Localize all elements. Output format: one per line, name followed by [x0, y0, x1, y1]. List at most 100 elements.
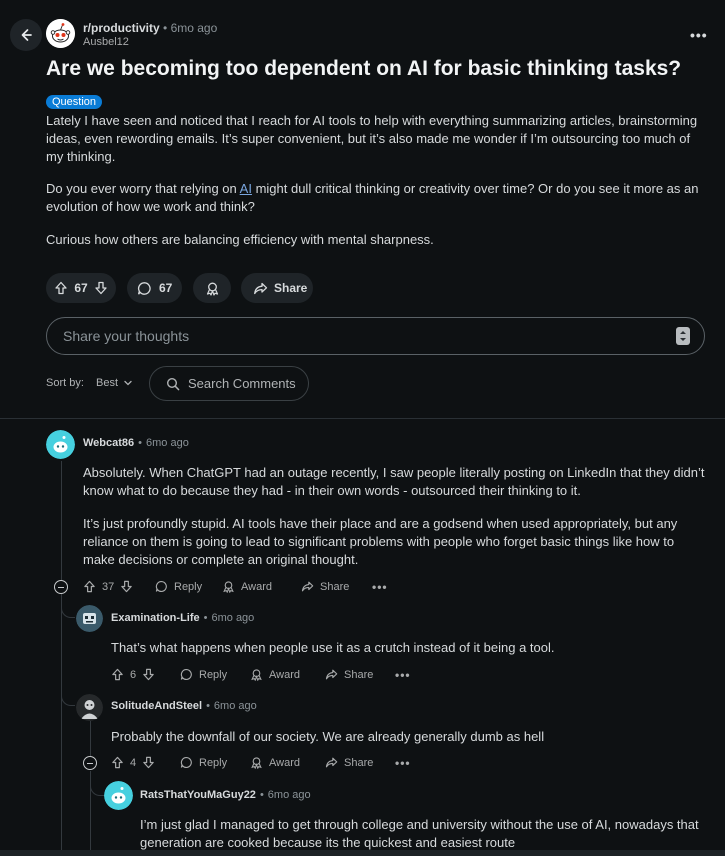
- comment-text: I’m just glad I managed to get through c…: [140, 817, 699, 851]
- comment-text: That’s what happens when people use it a…: [111, 640, 555, 655]
- award-icon: [205, 281, 220, 296]
- share-button[interactable]: Share: [301, 580, 349, 593]
- share-label: Share: [274, 281, 308, 295]
- ai-link[interactable]: AI: [240, 181, 252, 196]
- post-flair[interactable]: Question: [46, 95, 103, 109]
- time-separator: •: [138, 437, 143, 449]
- share-label: Share: [320, 580, 350, 593]
- comment-time: 6mo ago: [213, 700, 257, 712]
- composer-resize-handle[interactable]: [676, 327, 690, 345]
- award-button[interactable]: Award: [222, 580, 272, 593]
- subreddit-avatar[interactable]: [46, 19, 75, 48]
- share-label: Share: [344, 668, 374, 681]
- post-time-separator: •: [163, 21, 168, 35]
- time-separator: •: [206, 700, 210, 712]
- comment-author[interactable]: RatsThatYouMaGuy22: [140, 789, 256, 801]
- award-button[interactable]: Award: [250, 668, 300, 681]
- share-icon: [301, 580, 314, 593]
- subreddit-name[interactable]: r/productivity: [83, 21, 160, 35]
- composer-placeholder: Share your thoughts: [63, 328, 190, 344]
- thread-connector-2: [61, 686, 75, 706]
- search-comments-button[interactable]: Search Comments: [149, 366, 309, 401]
- comment-count: 67: [159, 281, 173, 295]
- back-button[interactable]: [10, 19, 42, 51]
- comment-time: 6mo ago: [211, 612, 255, 624]
- subreddit-line: r/productivity • 6mo ago: [83, 21, 217, 35]
- reply-button[interactable]: Reply: [155, 580, 202, 593]
- comment-votes: 37: [83, 580, 133, 593]
- post-paragraph-3: Curious how others are balancing efficie…: [46, 232, 434, 247]
- award-label: Award: [269, 756, 300, 769]
- share-label: Share: [344, 756, 374, 769]
- award-icon: [222, 580, 235, 593]
- share-icon: [325, 668, 338, 681]
- more-options-icon[interactable]: •••: [372, 580, 388, 594]
- thread-line-top: [61, 461, 62, 594]
- comment-text: Probably the downfall of our society. We…: [111, 729, 545, 744]
- post-paragraph-2: Do you ever worry that relying on AI mig…: [46, 180, 706, 216]
- section-divider: [0, 418, 725, 419]
- search-icon: [166, 377, 180, 391]
- more-options-icon[interactable]: •••: [690, 27, 708, 43]
- sort-dropdown[interactable]: Best: [96, 377, 134, 389]
- collapse-icon[interactable]: [83, 756, 97, 770]
- search-comments-label: Search Comments: [188, 376, 296, 391]
- share-icon: [253, 281, 268, 296]
- award-button[interactable]: [193, 273, 231, 303]
- comment-header: Webcat86 • 6mo ago: [83, 437, 189, 449]
- comment-composer[interactable]: Share your thoughts: [46, 317, 705, 355]
- award-label: Award: [241, 580, 272, 593]
- avatar[interactable]: [76, 605, 103, 632]
- comment-author[interactable]: SolitudeAndSteel: [111, 700, 202, 712]
- vote-bar: 67: [46, 273, 116, 303]
- collapse-icon[interactable]: [54, 580, 68, 594]
- downvote-icon[interactable]: [94, 281, 108, 295]
- award-button[interactable]: Award: [250, 756, 300, 769]
- upvote-icon[interactable]: [83, 580, 96, 593]
- comment-header: SolitudeAndSteel • 6mo ago: [111, 700, 257, 712]
- reply-label: Reply: [199, 668, 228, 681]
- reply-label: Reply: [174, 580, 203, 593]
- downvote-icon[interactable]: [120, 580, 133, 593]
- time-separator: •: [203, 612, 208, 624]
- downvote-icon[interactable]: [142, 668, 155, 681]
- comment-author[interactable]: Examination-Life: [111, 612, 200, 624]
- vote-count: 37: [102, 580, 115, 593]
- thread-line-main: [61, 594, 62, 850]
- comment-header: Examination-Life • 6mo ago: [111, 612, 254, 624]
- chevron-down-icon: [122, 377, 134, 389]
- share-icon: [325, 756, 338, 769]
- reply-button[interactable]: Reply: [180, 756, 227, 769]
- comment-votes: 6: [111, 668, 155, 681]
- more-options-icon[interactable]: •••: [395, 756, 411, 770]
- comment-votes: 4: [111, 756, 155, 769]
- award-icon: [250, 756, 263, 769]
- comment-author[interactable]: Webcat86: [83, 437, 134, 449]
- downvote-icon[interactable]: [142, 756, 155, 769]
- avatar[interactable]: [76, 694, 103, 721]
- upvote-icon[interactable]: [111, 756, 124, 769]
- comment-header: RatsThatYouMaGuy22 • 6mo ago: [140, 789, 311, 801]
- upvote-icon[interactable]: [111, 668, 124, 681]
- reply-icon: [180, 668, 193, 681]
- avatar[interactable]: [46, 430, 75, 459]
- more-options-icon[interactable]: •••: [395, 668, 411, 682]
- reply-button[interactable]: Reply: [180, 668, 227, 681]
- reply-icon: [180, 756, 193, 769]
- upvote-icon[interactable]: [54, 281, 68, 295]
- share-button[interactable]: Share: [325, 756, 373, 769]
- post-paragraph-1: Lately I have seen and noticed that I re…: [46, 113, 698, 165]
- vote-count: 4: [130, 756, 137, 769]
- post-author[interactable]: Ausbel12: [83, 36, 129, 48]
- comment-text: It’s just profoundly stupid. AI tools ha…: [83, 516, 678, 568]
- avatar[interactable]: [104, 781, 133, 810]
- comments-button[interactable]: 67: [127, 273, 182, 303]
- bottom-bar: [0, 850, 725, 856]
- share-button[interactable]: Share: [241, 273, 313, 303]
- sort-value: Best: [96, 377, 119, 389]
- reply-icon: [155, 580, 168, 593]
- post-paragraph-2-start: Do you ever worry that relying on: [46, 181, 240, 196]
- comment-time: 6mo ago: [146, 437, 189, 449]
- vote-count: 6: [130, 668, 137, 681]
- share-button[interactable]: Share: [325, 668, 373, 681]
